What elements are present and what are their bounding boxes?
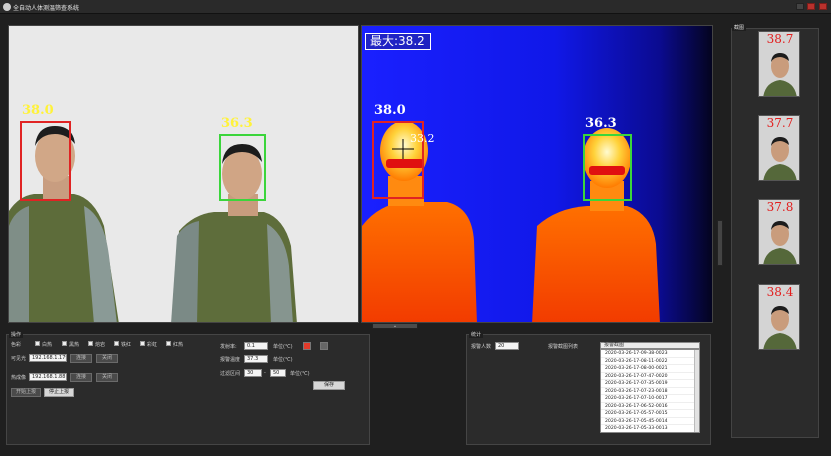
option-button[interactable] bbox=[320, 342, 328, 350]
sidebar-toggle[interactable] bbox=[717, 220, 723, 266]
maximize-button[interactable] bbox=[807, 3, 816, 10]
snapshot-temp: 37.8 bbox=[766, 200, 794, 214]
max-temp-readout: 最大:38.2 bbox=[365, 33, 431, 50]
thermal-close-button[interactable]: 关闭 bbox=[96, 373, 118, 382]
list-item[interactable]: 2020-03-26-17-08-00-0021 bbox=[601, 365, 699, 373]
thermal-face-box-normal bbox=[583, 134, 632, 201]
thermal-face-temp-label: 36.3 bbox=[585, 116, 617, 131]
emissivity-input[interactable]: 0.1 bbox=[244, 342, 268, 350]
snapshot-temp: 38.7 bbox=[766, 32, 794, 46]
palette-rainbow-checkbox[interactable] bbox=[140, 341, 145, 346]
color-label: 色彩 bbox=[11, 342, 22, 348]
start-report-button[interactable]: 开始上报 bbox=[11, 388, 41, 397]
face-box-normal bbox=[219, 134, 266, 201]
alarm-list-header: 报警截图 bbox=[600, 342, 700, 349]
filter-range-unit: 单位(℃) bbox=[290, 371, 310, 377]
palette-white-hot-label: 白热 bbox=[42, 342, 53, 348]
alarm-count-label: 报警人数 bbox=[471, 344, 492, 350]
window-controls bbox=[794, 3, 827, 12]
visible-ip-input[interactable]: 192.168.1.179 bbox=[29, 354, 67, 362]
app-icon bbox=[3, 3, 11, 11]
save-button[interactable]: 保存 bbox=[313, 381, 345, 390]
filter-range-separator: - bbox=[264, 370, 266, 376]
list-scrollbar[interactable] bbox=[694, 350, 699, 432]
filter-range-label: 过滤区间 bbox=[220, 371, 241, 377]
stats-legend: 统计 bbox=[469, 331, 484, 338]
visible-ip-label: 可见光 bbox=[11, 356, 27, 362]
alarm-count-field: 20 bbox=[495, 342, 519, 350]
list-item[interactable]: 2020-03-26-17-07-10-0017 bbox=[601, 395, 699, 403]
title-bar: 全自动人体测温筛查系统 bbox=[0, 0, 831, 14]
alarm-temp-label: 报警温度 bbox=[220, 357, 241, 363]
alarm-snapshot-list[interactable]: 2020-03-26-17-09-38-0023 2020-03-26-17-0… bbox=[600, 349, 700, 433]
thermal-connect-button[interactable]: 连接 bbox=[70, 373, 92, 382]
list-item[interactable]: 2020-03-26-17-09-38-0023 bbox=[601, 350, 699, 358]
list-item[interactable]: 2020-03-26-17-05-57-0015 bbox=[601, 410, 699, 418]
snapshot-temp: 38.4 bbox=[766, 285, 794, 299]
thermal-camera-view: 最大:38.2 38.0 33.2 36.3 bbox=[361, 25, 713, 323]
alarm-list-label: 报警截图列表 bbox=[548, 344, 579, 350]
visible-connect-button[interactable]: 连接 bbox=[70, 354, 92, 363]
snapshot-thumb[interactable]: 38.4 bbox=[758, 284, 800, 350]
palette-iron-checkbox[interactable] bbox=[114, 341, 119, 346]
operations-legend: 操作 bbox=[9, 331, 24, 338]
palette-black-hot-label: 黑热 bbox=[69, 342, 80, 348]
cursor-temp-label: 33.2 bbox=[410, 132, 435, 145]
palette-rainbow-label: 彩虹 bbox=[147, 342, 158, 348]
palette-lava-checkbox[interactable] bbox=[88, 341, 93, 346]
palette-red-hot-checkbox[interactable] bbox=[166, 341, 171, 346]
thermal-ip-input[interactable]: 192.168.1.88 bbox=[29, 373, 67, 381]
sidebar-legend: 截图 bbox=[732, 24, 747, 31]
palette-white-hot-checkbox[interactable] bbox=[35, 341, 40, 346]
palette-red-hot-label: 红热 bbox=[173, 342, 184, 348]
filter-range-min-input[interactable]: 30 bbox=[244, 369, 262, 377]
list-item[interactable]: 2020-03-26-17-07-35-0019 bbox=[601, 380, 699, 388]
filter-range-max-input[interactable]: 50 bbox=[270, 369, 286, 377]
list-item[interactable]: 2020-03-26-17-08-11-0022 bbox=[601, 358, 699, 365]
alarm-temp-input[interactable]: 37.3 bbox=[244, 355, 268, 363]
visible-camera-view: 38.0 36.3 bbox=[8, 25, 359, 323]
snapshot-thumb[interactable]: 37.8 bbox=[758, 199, 800, 265]
list-item[interactable]: 2020-03-26-17-05-33-0013 bbox=[601, 425, 699, 432]
palette-lava-label: 熔岩 bbox=[95, 342, 106, 348]
close-button[interactable] bbox=[819, 3, 827, 10]
visible-close-button[interactable]: 关闭 bbox=[96, 354, 118, 363]
palette-black-hot-checkbox[interactable] bbox=[62, 341, 67, 346]
snapshot-thumb[interactable]: 37.7 bbox=[758, 115, 800, 181]
palette-iron-label: 铁红 bbox=[121, 342, 132, 348]
emissivity-unit: 单位(℃) bbox=[273, 344, 293, 350]
thermal-ip-label: 热成像 bbox=[11, 375, 27, 381]
list-item[interactable]: 2020-03-26-17-05-45-0014 bbox=[601, 418, 699, 425]
stop-report-button[interactable]: 停止上报 bbox=[44, 388, 74, 397]
collapse-handle[interactable]: ⌄ bbox=[372, 323, 418, 329]
record-button[interactable] bbox=[303, 342, 311, 350]
list-item[interactable]: 2020-03-26-17-07-23-0018 bbox=[601, 388, 699, 395]
window-title: 全自动人体测温筛查系统 bbox=[13, 5, 80, 12]
face-temp-label: 38.0 bbox=[22, 103, 54, 118]
thermal-face-temp-label: 38.0 bbox=[374, 103, 406, 118]
face-temp-label: 36.3 bbox=[221, 116, 253, 131]
alarm-temp-unit: 单位(℃) bbox=[273, 357, 293, 363]
emissivity-label: 发射率: bbox=[220, 344, 237, 350]
face-box-alert bbox=[20, 121, 71, 201]
minimize-button[interactable] bbox=[795, 3, 804, 10]
list-item[interactable]: 2020-03-26-17-07-47-0020 bbox=[601, 373, 699, 380]
list-item[interactable]: 2020-03-26-17-06-52-0016 bbox=[601, 403, 699, 410]
snapshot-temp: 37.7 bbox=[766, 116, 794, 130]
snapshot-thumb[interactable]: 38.7 bbox=[758, 31, 800, 97]
